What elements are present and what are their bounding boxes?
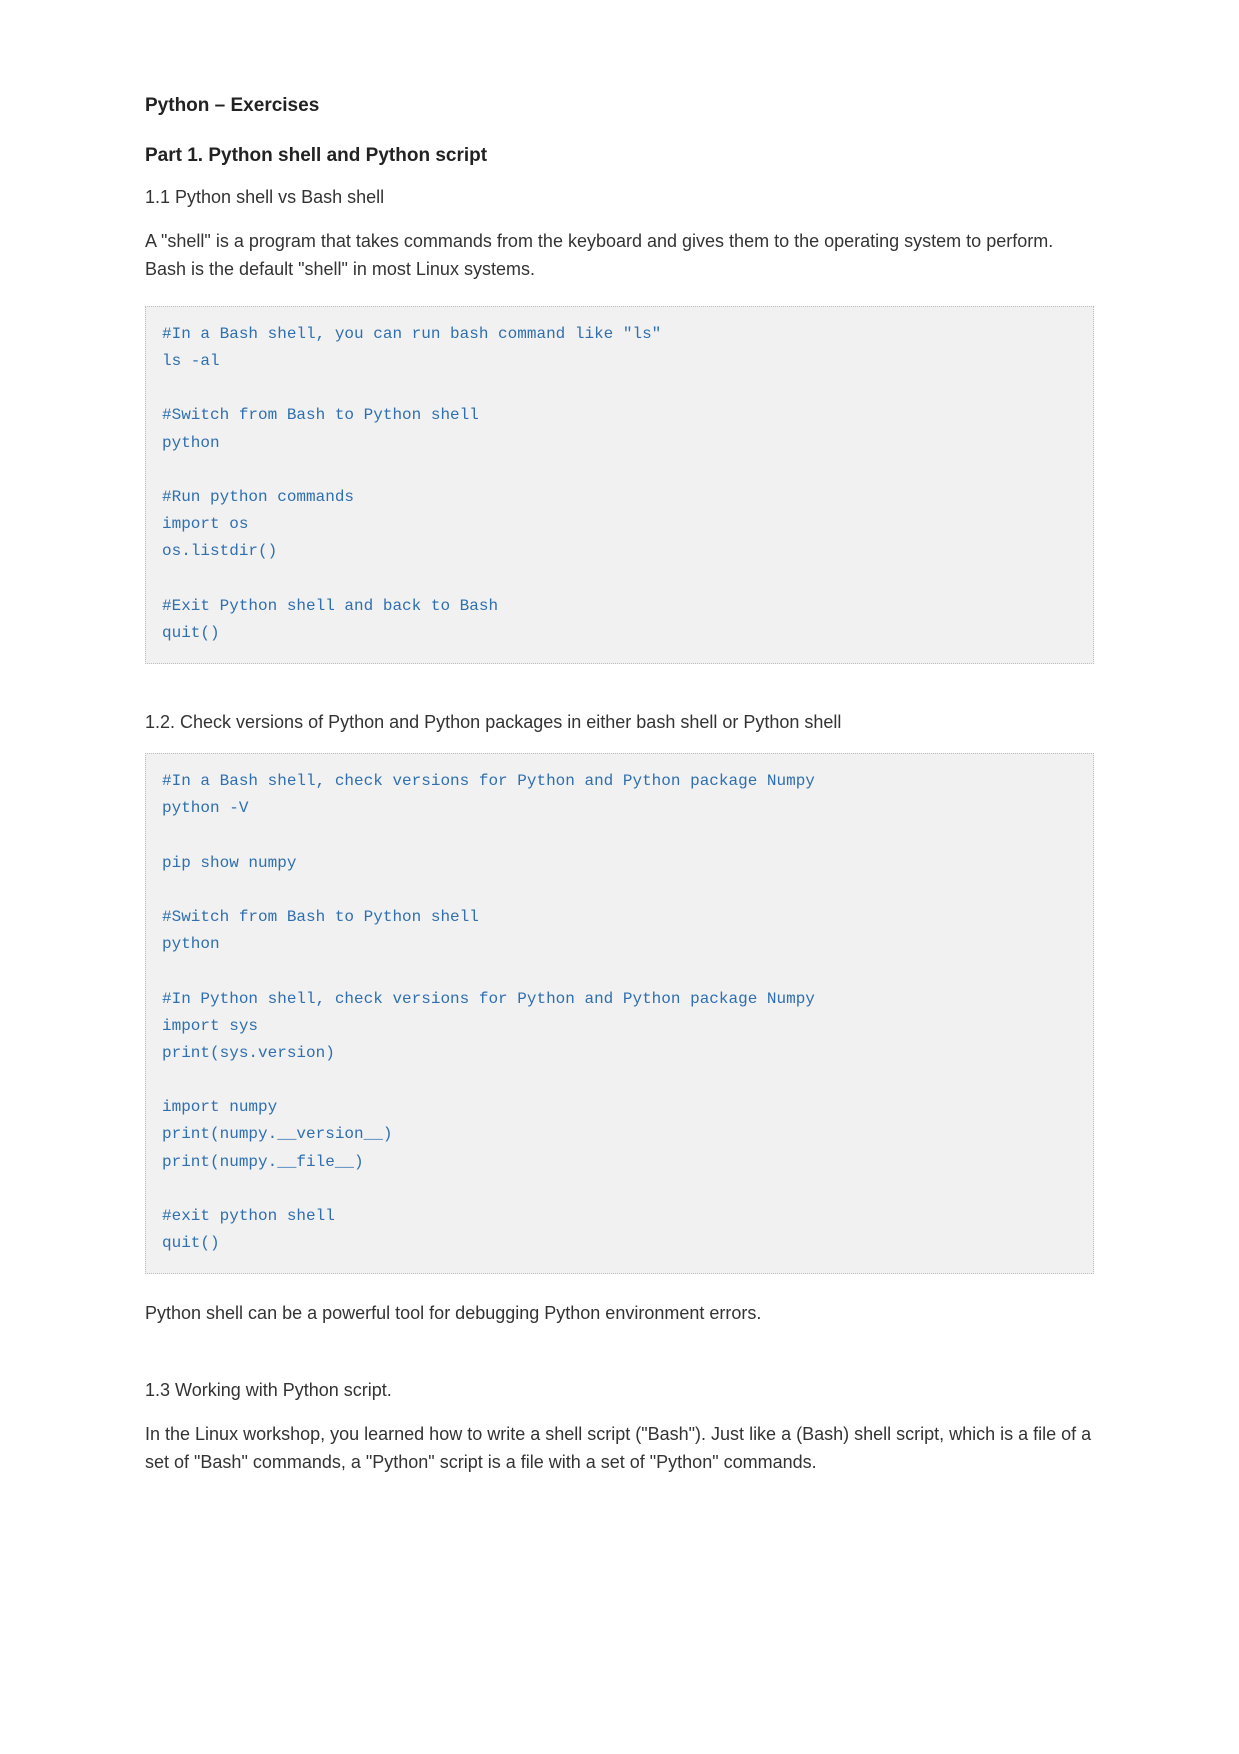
- code-line: #In a Bash shell, you can run bash comma…: [162, 321, 1077, 348]
- code-line: #Exit Python shell and back to Bash: [162, 593, 1077, 620]
- code-line: [162, 1067, 1077, 1094]
- code-line: #Switch from Bash to Python shell: [162, 402, 1077, 429]
- code-line: import numpy: [162, 1094, 1077, 1121]
- code-line: import sys: [162, 1013, 1077, 1040]
- code-line: quit(): [162, 620, 1077, 647]
- code-block-1: #In a Bash shell, you can run bash comma…: [145, 306, 1094, 664]
- code-line: print(numpy.__file__): [162, 1149, 1077, 1176]
- section-1-3-para: In the Linux workshop, you learned how t…: [145, 1421, 1094, 1477]
- code-block-2: #In a Bash shell, check versions for Pyt…: [145, 753, 1094, 1274]
- code-line: import os: [162, 511, 1077, 538]
- code-line: python -V: [162, 795, 1077, 822]
- code-line: [162, 375, 1077, 402]
- code-line: [162, 822, 1077, 849]
- code-line: [162, 1176, 1077, 1203]
- code-line: print(sys.version): [162, 1040, 1077, 1067]
- code-line: [162, 877, 1077, 904]
- code-line: #In a Bash shell, check versions for Pyt…: [162, 768, 1077, 795]
- code-line: [162, 565, 1077, 592]
- section-1-1-intro: A "shell" is a program that takes comman…: [145, 228, 1094, 284]
- section-1-1-heading: 1.1 Python shell vs Bash shell: [145, 187, 1094, 208]
- section-1-3-heading: 1.3 Working with Python script.: [145, 1380, 1094, 1401]
- page: Python – Exercises Part 1. Python shell …: [0, 0, 1239, 1559]
- code-line: #Switch from Bash to Python shell: [162, 904, 1077, 931]
- code-line: ls -al: [162, 348, 1077, 375]
- code-line: pip show numpy: [162, 850, 1077, 877]
- document-title: Python – Exercises: [145, 95, 1094, 117]
- section-1-2-outro: Python shell can be a powerful tool for …: [145, 1300, 1094, 1328]
- code-line: #Run python commands: [162, 484, 1077, 511]
- part1-heading: Part 1. Python shell and Python script: [145, 145, 1094, 167]
- code-line: os.listdir(): [162, 538, 1077, 565]
- spacer: [145, 1350, 1094, 1380]
- code-line: #exit python shell: [162, 1203, 1077, 1230]
- code-line: quit(): [162, 1230, 1077, 1257]
- code-line: [162, 958, 1077, 985]
- code-line: print(numpy.__version__): [162, 1121, 1077, 1148]
- code-line: [162, 457, 1077, 484]
- section-1-2-heading: 1.2. Check versions of Python and Python…: [145, 712, 1094, 733]
- code-line: #In Python shell, check versions for Pyt…: [162, 986, 1077, 1013]
- code-line: python: [162, 931, 1077, 958]
- code-line: python: [162, 430, 1077, 457]
